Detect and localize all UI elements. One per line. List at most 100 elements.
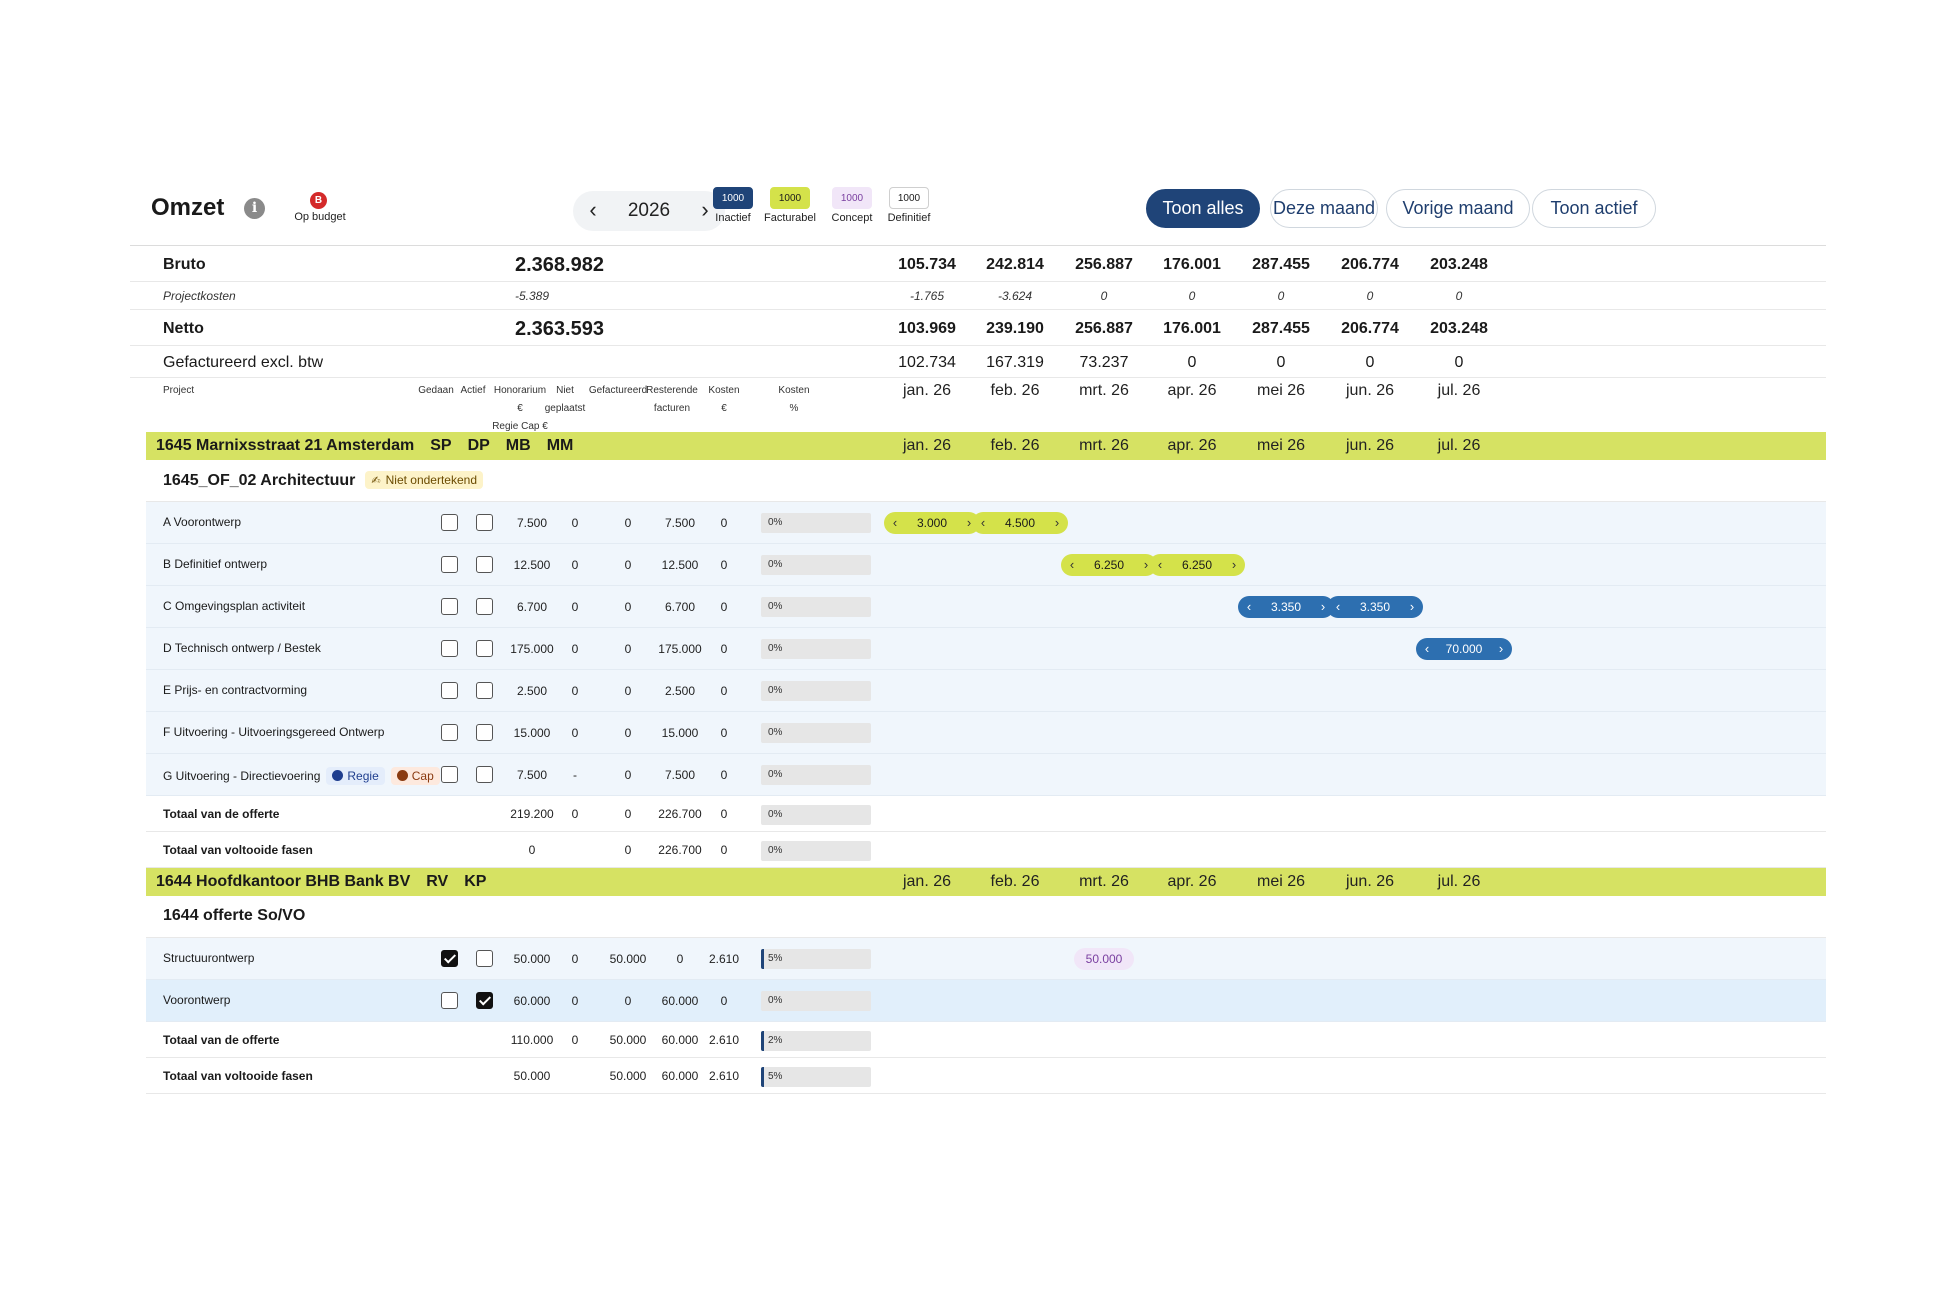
legend-item-facturabel: 1000 Facturabel — [760, 187, 820, 224]
actief-checkbox[interactable] — [476, 724, 493, 741]
month-amount-pill[interactable]: ‹ 3.000 › — [884, 512, 980, 534]
project-team-tag: DP — [467, 437, 490, 454]
honorarium-value: 6.700 — [516, 600, 548, 614]
actief-checkbox[interactable] — [476, 950, 493, 967]
gedaan-checkbox[interactable] — [441, 724, 458, 741]
niet-geplaatst-value: 0 — [571, 994, 579, 1008]
resterende-value: 6.700 — [664, 600, 696, 614]
move-left-chevron-icon[interactable]: ‹ — [974, 514, 992, 532]
summary-row-projectkosten: Projectkosten -5.389 -1.765 -3.624 0 0 0 0 0 — [130, 282, 1826, 310]
phase-title: C Omgevingsplan activiteit — [163, 599, 306, 613]
kosten-pct-fill — [761, 1067, 764, 1087]
phase-name[interactable]: B Definitief ontwerp — [163, 557, 267, 571]
prev-year-chevron-left-icon[interactable]: ‹ — [581, 199, 605, 223]
move-left-chevron-icon[interactable]: ‹ — [1240, 598, 1258, 616]
phase-name[interactable]: D Technisch ontwerp / Bestek — [163, 641, 321, 655]
niet-geplaatst-value: 0 — [571, 516, 579, 530]
gedaan-checkbox[interactable] — [441, 766, 458, 783]
project-month-header: jan. 26 — [902, 873, 952, 890]
info-icon[interactable]: i — [244, 198, 265, 219]
budget-status-badge: B — [310, 192, 327, 209]
phase-name[interactable]: E Prijs- en contractvorming — [163, 683, 307, 697]
phase-name[interactable]: C Omgevingsplan activiteit — [163, 599, 305, 613]
gefactureerd-value: 0 — [624, 516, 632, 530]
actief-checkbox[interactable] — [476, 598, 493, 615]
toon-alles-button[interactable]: Toon alles — [1146, 189, 1260, 228]
kosten-value: 0 — [720, 684, 728, 698]
column-header-line: Kosten — [708, 385, 740, 396]
summary-month-value: 0 — [1276, 354, 1286, 371]
project-header-bar: 1644 Hoofdkantoor BHB Bank BV RV KP jan. 26… — [146, 868, 1826, 896]
month-amount-pill[interactable]: ‹ 6.250 › — [1061, 554, 1157, 576]
gefactureerd-value: 0 — [624, 768, 632, 782]
gefactureerd-value: 0 — [624, 558, 632, 572]
month-amount-pill[interactable]: ‹ 3.350 › — [1238, 596, 1334, 618]
resterende-value: 60.000 — [661, 994, 699, 1008]
month-amount-pill[interactable]: 50.000 — [1074, 948, 1134, 970]
gedaan-checkbox[interactable] — [441, 598, 458, 615]
niet-geplaatst-value: 0 — [571, 558, 579, 572]
kosten-value: 2.610 — [708, 1069, 740, 1083]
kosten-pct-bar: 5% — [761, 1067, 871, 1087]
phase-name[interactable]: Structuurontwerp — [163, 951, 254, 965]
kosten-pct-label: 0% — [768, 845, 783, 856]
phase-name[interactable]: F Uitvoering - Uitvoeringsgereed Ontwerp — [163, 725, 384, 739]
kosten-pct-bar: 0% — [761, 597, 871, 617]
column-header-kosten-eur: Kosten € — [698, 382, 750, 418]
move-left-chevron-icon[interactable]: ‹ — [1418, 640, 1436, 658]
move-left-chevron-icon[interactable]: ‹ — [1329, 598, 1347, 616]
phase-name[interactable]: G Uitvoering - Directievoering Regie Cap — [163, 767, 440, 785]
actief-checkbox[interactable] — [476, 640, 493, 657]
gedaan-checkbox[interactable] — [441, 950, 458, 967]
phase-title: F Uitvoering - Uitvoeringsgereed Ontwerp — [163, 725, 385, 739]
move-right-chevron-icon[interactable]: › — [1048, 514, 1066, 532]
honorarium-value: 2.500 — [516, 684, 548, 698]
gedaan-checkbox[interactable] — [441, 992, 458, 1009]
deze-maand-button[interactable]: Deze maand — [1270, 189, 1378, 228]
actief-checkbox[interactable] — [476, 766, 493, 783]
kosten-pct-label: 2% — [768, 1035, 783, 1046]
actief-checkbox[interactable] — [476, 514, 493, 531]
actief-checkbox[interactable] — [476, 992, 493, 1009]
vorige-maand-button[interactable]: Vorige maand — [1386, 189, 1530, 228]
kosten-pct-label: 0% — [768, 685, 783, 696]
actief-checkbox[interactable] — [476, 682, 493, 699]
project-name[interactable]: 1645 Marnixsstraat 21 Amsterdam SP DP MB MM — [156, 437, 573, 455]
summary-label: Gefactureerd excl. btw — [163, 354, 324, 371]
month-amount-pill[interactable]: ‹ 4.500 › — [972, 512, 1068, 534]
move-right-chevron-icon[interactable]: › — [1225, 556, 1243, 574]
month-amount-pill[interactable]: ‹ 3.350 › — [1327, 596, 1423, 618]
gedaan-checkbox[interactable] — [441, 514, 458, 531]
legend-chip: 1000 — [713, 187, 753, 209]
move-right-chevron-icon[interactable]: › — [1403, 598, 1421, 616]
month-amount-pill[interactable]: ‹ 6.250 › — [1149, 554, 1245, 576]
gefactureerd-value: 0 — [624, 807, 632, 821]
move-left-chevron-icon[interactable]: ‹ — [1063, 556, 1081, 574]
phase-name[interactable]: Voorontwerp — [163, 993, 230, 1007]
gedaan-checkbox[interactable] — [441, 682, 458, 699]
phase-name[interactable]: A Voorontwerp — [163, 515, 241, 529]
gedaan-checkbox[interactable] — [441, 556, 458, 573]
kosten-value: 0 — [720, 558, 728, 572]
legend-item-concept: 1000 Concept — [822, 187, 882, 224]
kosten-value: 0 — [720, 642, 728, 656]
legend-item-definitief: 1000 Definitief — [879, 187, 939, 224]
move-left-chevron-icon[interactable]: ‹ — [1151, 556, 1169, 574]
clock-icon — [332, 770, 344, 781]
actief-checkbox[interactable] — [476, 556, 493, 573]
gefactureerd-value: 0 — [624, 642, 632, 656]
summary-month-value: 287.455 — [1252, 320, 1310, 337]
offer-name[interactable]: 1645_OF_02 Architectuur ✍ Niet ondertekend — [163, 471, 484, 490]
month-amount-pill[interactable]: ‹ 70.000 › — [1416, 638, 1512, 660]
move-left-chevron-icon[interactable]: ‹ — [886, 514, 904, 532]
kosten-pct-label: 0% — [768, 995, 783, 1006]
offer-name[interactable]: 1644 offerte So/VO — [163, 907, 305, 925]
pill-amount: 3.000 — [916, 516, 948, 530]
kosten-value: 0 — [720, 843, 728, 857]
kosten-pct-fill — [761, 1031, 764, 1051]
gedaan-checkbox[interactable] — [441, 640, 458, 657]
move-right-chevron-icon[interactable]: › — [1492, 640, 1510, 658]
toon-actief-button[interactable]: Toon actief — [1532, 189, 1656, 228]
project-name[interactable]: 1644 Hoofdkantoor BHB Bank BV RV KP — [156, 873, 486, 891]
summary-month-value: 73.237 — [1079, 354, 1129, 371]
